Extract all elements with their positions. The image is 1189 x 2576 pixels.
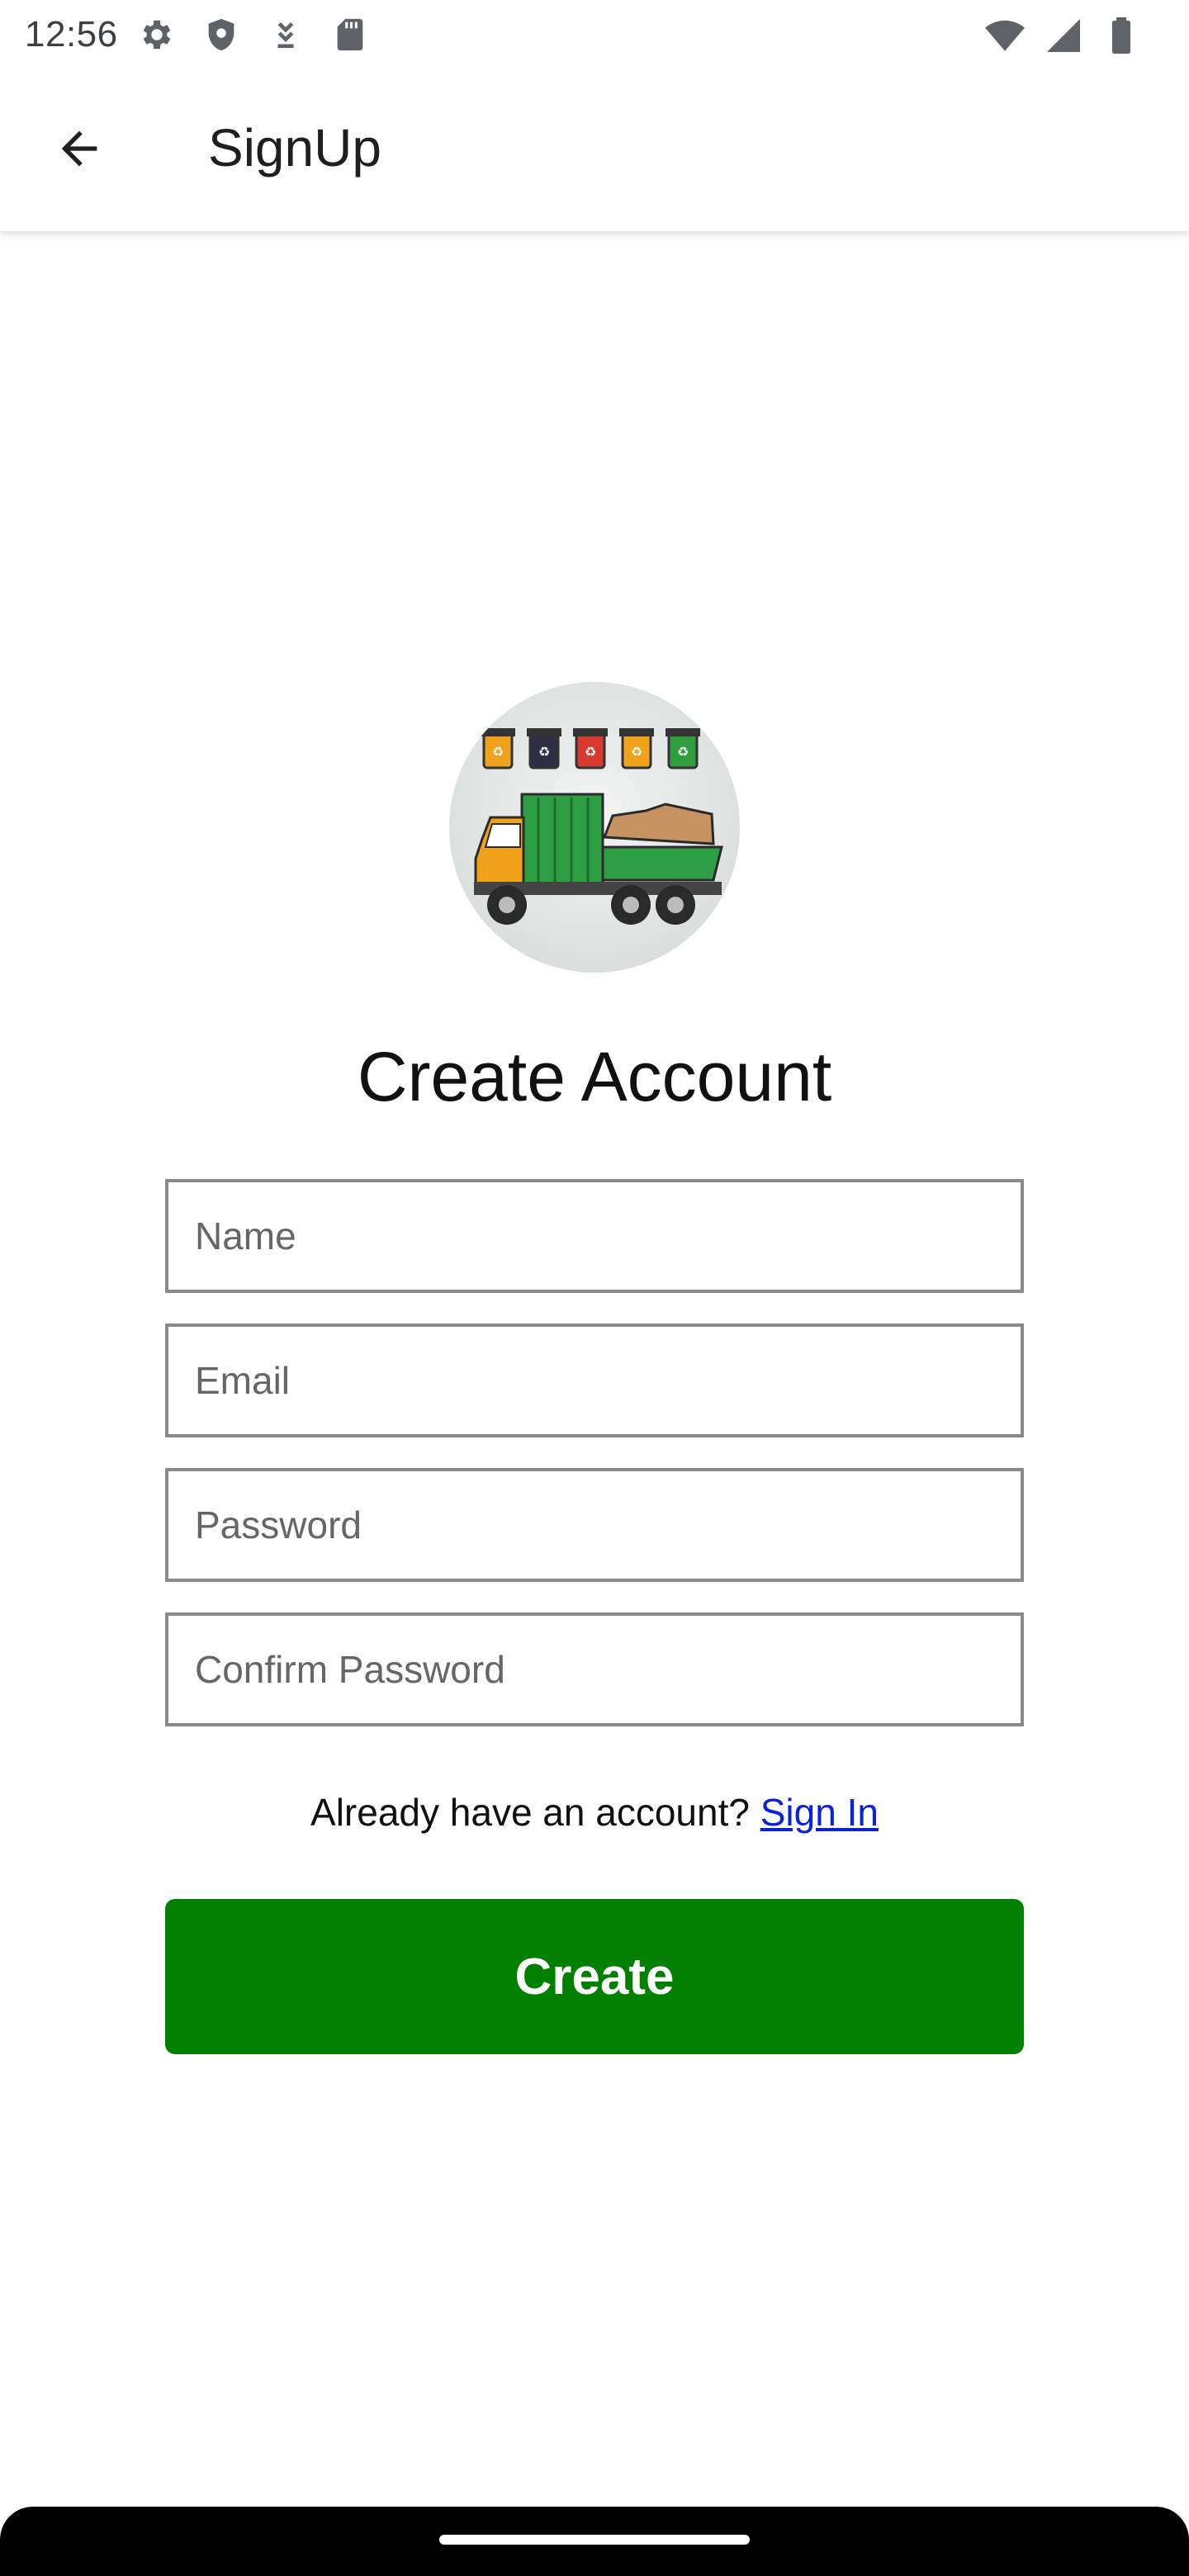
create-button-label: Create [514,1948,675,2005]
status-bar: 12:56 [0,0,1189,69]
status-right-icons [984,15,1141,60]
create-account-heading: Create Account [357,1038,832,1115]
arrow-left-icon [53,122,106,179]
gesture-nav-bar [0,2507,1189,2576]
email-field[interactable] [168,1327,1021,1434]
battery-icon [1101,16,1141,59]
svg-text:♻: ♻ [538,744,550,760]
app-logo: ♻ ♻ ♻ ♻ ♻ [449,682,740,973]
password-field[interactable] [168,1471,1021,1579]
name-field[interactable] [168,1182,1021,1290]
signin-link[interactable]: Sign In [760,1791,879,1834]
sd-card-icon [331,16,369,54]
svg-text:♻: ♻ [631,744,642,760]
garbage-truck-with-recycle-bins-icon: ♻ ♻ ♻ ♻ ♻ [474,728,723,925]
svg-text:♻: ♻ [492,744,504,760]
shield-icon [202,16,240,54]
back-button[interactable] [50,121,109,180]
page-title: SignUp [208,118,381,178]
gear-icon [138,16,176,54]
password-field-container [165,1468,1024,1582]
download-icon [267,16,305,54]
status-time: 12:56 [25,14,118,54]
signal-icon [1044,16,1083,59]
email-field-container [165,1324,1024,1437]
create-button[interactable]: Create [165,1899,1024,2054]
svg-text:♻: ♻ [585,744,596,760]
name-field-container [165,1179,1024,1293]
signin-prompt: Already have an account? [310,1791,750,1834]
confirm-password-field[interactable] [168,1616,1021,1723]
home-indicator[interactable] [439,2535,750,2545]
signin-row: Already have an account? Sign In [0,1790,1189,1835]
app-bar: SignUp [0,69,1189,232]
wifi-icon [984,15,1026,60]
svg-text:♻: ♻ [677,744,689,760]
confirm-password-field-container [165,1612,1024,1726]
